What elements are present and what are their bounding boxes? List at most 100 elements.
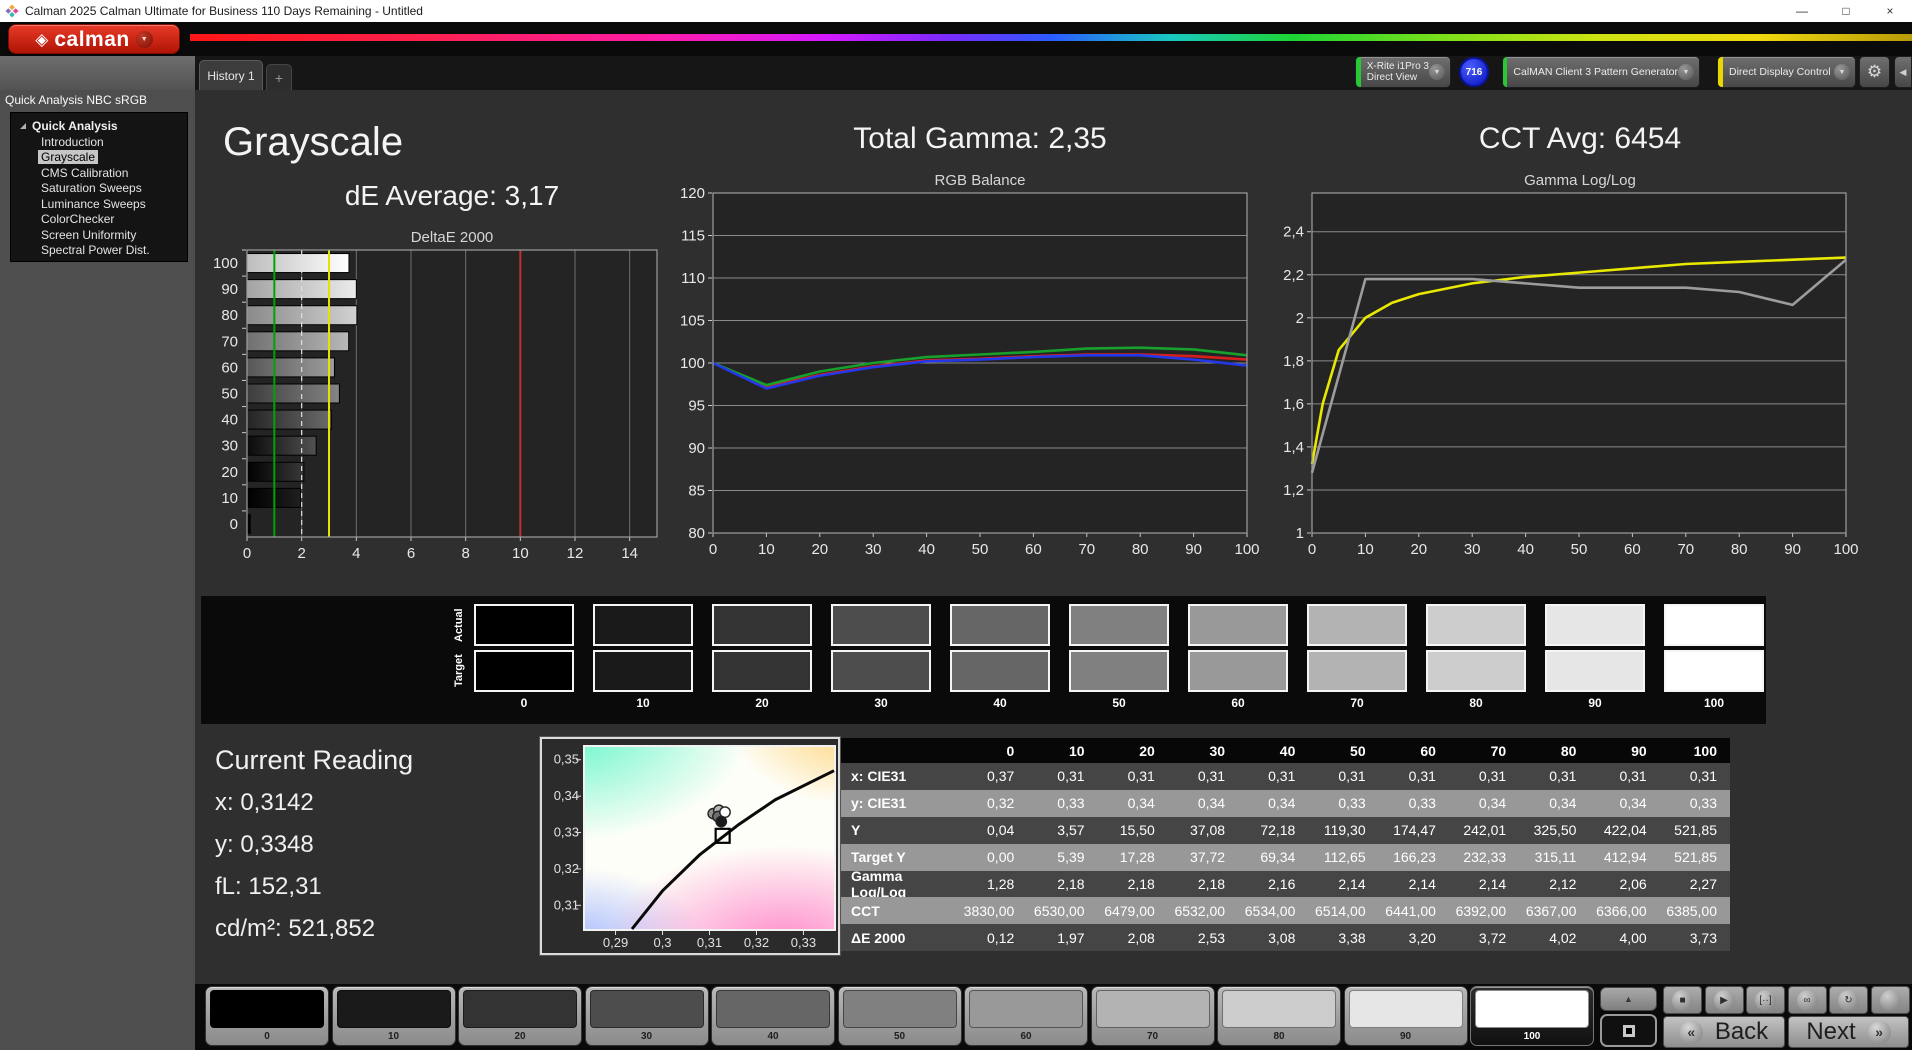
pattern-swatch [969,990,1083,1028]
pattern-level-label: 0 [264,1031,270,1042]
pattern-scroll-up-button[interactable]: ▲ [1600,987,1657,1011]
back-label: Back [1714,1018,1769,1045]
axis-label: 0 [1308,541,1316,558]
next-button[interactable]: Next » [1788,1016,1909,1048]
axis-label: 1 [1296,525,1304,542]
table-cell: 325,50 [1519,816,1590,844]
actual-swatch-10 [593,604,693,646]
minimize-icon[interactable]: — [1780,0,1824,22]
source-dropdown[interactable]: CalMAN Client 3 Pattern Generator ▼ [1502,56,1700,88]
table-cell: 0,37 [957,763,1028,790]
maximize-icon[interactable]: □ [1824,0,1868,22]
swatch-level-label: 0 [520,696,528,710]
pattern-level-label: 20 [514,1031,526,1042]
table-cell: 2,14 [1378,870,1449,898]
current-reading-title: Current Reading [215,745,414,775]
tree-root-label: Quick Analysis [32,119,118,133]
axis-label: 85 [688,483,705,500]
actual-swatch-30 [831,604,931,646]
target-swatch-80 [1426,650,1526,692]
refresh-button[interactable]: ↻ [1829,986,1868,1014]
expander-icon[interactable] [20,123,26,129]
axis-label: 50 [221,386,238,403]
pattern-level-button-60[interactable]: 60 [964,986,1088,1046]
sidebar-item-screen-uniformity[interactable]: Screen Uniformity [11,227,187,243]
table-cell: 6441,00 [1378,897,1449,925]
settings-button[interactable]: ⚙ [1859,56,1890,88]
blank-button[interactable] [1870,986,1910,1014]
close-icon[interactable]: × [1868,0,1912,22]
window-title: Calman 2025 Calman Ultimate for Business… [25,4,423,18]
axis-label: 70 [1677,541,1694,558]
table-cell: 37,08 [1167,816,1239,844]
axis-label: 2,2 [1283,267,1304,284]
target-swatch-100 [1664,650,1764,692]
sidebar-item-colorchecker[interactable]: ColorChecker [11,212,187,228]
calman-diamond-icon: ◈ [35,29,49,49]
add-tab-button[interactable]: + [266,64,292,90]
table-cell: 2,27 [1659,870,1730,898]
table-cell: 0,32 [957,789,1028,817]
sidebar-item-luminance-sweeps[interactable]: Luminance Sweeps [11,196,187,212]
continuous-button[interactable]: ∞ [1787,986,1827,1014]
pattern-level-button-10[interactable]: 10 [331,986,456,1046]
pattern-level-button-30[interactable]: 30 [584,986,709,1046]
axis-label: 0,31 [554,897,579,912]
panel-collapse-button[interactable]: ◀ [1894,56,1912,88]
pattern-level-button-50[interactable]: 50 [837,986,962,1046]
actual-swatch-70 [1307,604,1407,646]
pattern-level-button-0[interactable]: 0 [205,986,329,1046]
display-control-dropdown[interactable]: Direct Display Control ▼ [1717,56,1856,88]
table-cell: 174,47 [1378,816,1449,844]
table-cell: 2,53 [1167,924,1239,952]
table-cell: 0,31 [1308,763,1379,790]
sidebar-item-spectral-power-dist[interactable]: Spectral Power Dist. [11,243,187,259]
sidebar-item-cms-calibration[interactable]: CMS Calibration [11,165,187,181]
sidebar-item-introduction[interactable]: Introduction [11,134,187,150]
table-cell: 166,23 [1378,843,1449,871]
gamma-line-chart: 1 1,2 1,4 1,6 1,8 2 2,2 2,4 0 10 20 30 40 50 60 70 80 90 1… [1283,192,1859,558]
calman-menu-button[interactable]: ◈ calman ▼ [8,24,180,54]
pattern-swatch [589,990,704,1028]
axis-label: 105 [680,313,705,330]
table-header-50: 50 [1308,738,1379,763]
sidebar-item-saturation-sweeps[interactable]: Saturation Sweeps [11,181,187,197]
stop-button[interactable]: ■ [1663,986,1702,1014]
sidebar-item-grayscale[interactable]: Grayscale [11,150,187,166]
play-button[interactable]: ▶ [1704,986,1744,1014]
table-cell: 3,20 [1378,924,1449,952]
pattern-level-button-20[interactable]: 20 [458,986,582,1046]
target-swatch-50 [1069,650,1169,692]
pattern-swatch [336,990,451,1028]
workflow-title: Quick Analysis NBC sRGB [5,93,148,107]
pattern-level-button-90[interactable]: 90 [1343,986,1468,1046]
axis-label: 12 [567,545,584,562]
meter-dropdown[interactable]: X-Rite i1Pro 3 Direct View ▼ [1355,56,1451,88]
axis-label: 8 [461,545,469,562]
target-swatch-10 [593,650,693,692]
play-icon: ▶ [1713,989,1735,1011]
table-cell: 0,33 [1308,789,1379,817]
table-cell: 3830,00 [957,897,1028,925]
tab-history-1[interactable]: History 1 [199,60,263,90]
chevron-down-icon: ▼ [1678,64,1694,80]
swatch-level-label: 100 [1703,696,1725,710]
window-pattern-button[interactable] [1600,1014,1657,1047]
pattern-level-button-70[interactable]: 70 [1090,986,1215,1046]
table-cell: 0,31 [1519,763,1590,790]
pattern-level-button-80[interactable]: 80 [1217,986,1341,1046]
tree-root-quick-analysis[interactable]: Quick Analysis [11,118,187,134]
table-cell: 3,72 [1448,924,1520,952]
axis-label: 30 [865,541,882,558]
grayscale-swatch-panel: Actual Target 0 10 20 30 40 50 60 70 80 90 100 [201,596,1766,724]
axis-label: 6 [407,545,415,562]
pattern-level-button-40[interactable]: 40 [711,986,835,1046]
field-size-button[interactable]: [··] [1746,986,1785,1014]
table-cell: 6367,00 [1519,897,1590,925]
axis-label: 40 [1517,541,1534,558]
swatch-level-label: 20 [755,696,769,710]
back-button[interactable]: « Back [1663,1016,1785,1048]
table-cell: 6514,00 [1308,897,1379,925]
pattern-level-button-100[interactable]: 100 [1470,986,1594,1046]
axis-label: 30 [221,438,238,455]
